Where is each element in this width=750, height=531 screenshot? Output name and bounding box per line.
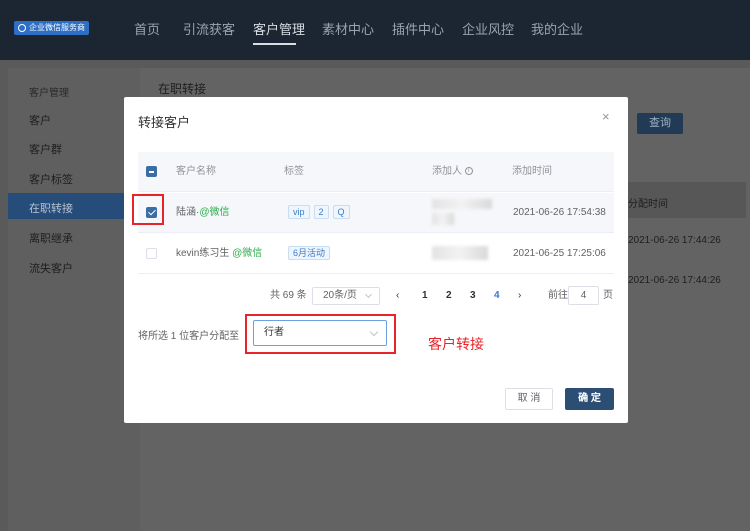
table-row[interactable]: kevin练习生 @微信 6月活动 2021-06-25 17:25:06: [138, 234, 614, 274]
nav-item-materials[interactable]: 素材中心: [322, 21, 374, 39]
sidebar-item-resigned-inheritance[interactable]: 离职继承: [29, 230, 73, 246]
page-number[interactable]: 3: [470, 287, 476, 305]
brand-logo-text: 企业微信服务商: [29, 23, 85, 32]
highlight-checkbox-annotation: [132, 194, 164, 225]
platform-badge: @微信: [199, 207, 230, 218]
column-header-adder: 添加人 i: [432, 152, 473, 192]
added-time-cell: 2021-06-25 17:25:06: [513, 248, 606, 259]
goto-page-input[interactable]: 4: [568, 286, 599, 305]
dialog-title: 转接客户: [138, 115, 191, 130]
sidebar-item-customers[interactable]: 客户: [29, 112, 51, 128]
tag-chip: vip: [288, 205, 310, 220]
bg-time-cell: 2021-06-26 17:44:26: [628, 275, 721, 286]
bg-time-cell: 2021-06-26 17:44:26: [628, 235, 721, 246]
nav-item-my-enterprise[interactable]: 我的企业: [531, 21, 583, 39]
goto-suffix: 页: [603, 290, 613, 301]
nav-item-customer-management[interactable]: 客户管理: [253, 21, 305, 39]
redacted-adder: [432, 213, 454, 225]
prev-page-icon[interactable]: ‹: [396, 287, 399, 305]
redacted-adder: [432, 246, 488, 260]
confirm-button[interactable]: 确 定: [565, 388, 614, 410]
customer-name-cell: kevin练习生 @微信: [176, 234, 262, 274]
pagination-total: 共 69 条: [270, 290, 307, 301]
redacted-adder: [432, 199, 492, 209]
sidebar-item-lost-customers[interactable]: 流失客户: [29, 260, 73, 276]
sidebar: [8, 68, 140, 531]
transfer-customer-dialog: 转接客户 × 客户名称 标签 添加人 i 添加时间 陆涵·@微信 vip 2 Q 2…: [124, 97, 628, 423]
sidebar-title: 客户管理: [29, 88, 69, 99]
tag-chip: Q: [332, 205, 350, 220]
info-icon[interactable]: i: [464, 167, 473, 176]
table-header: 客户名称 标签 添加人 i 添加时间: [138, 152, 614, 192]
added-time-cell: 2021-06-26 17:54:38: [513, 207, 606, 218]
tag-chip: 2: [313, 205, 329, 220]
cancel-button[interactable]: 取 消: [505, 388, 553, 410]
row-checkbox[interactable]: [146, 248, 157, 259]
top-nav: 企业微信服务商 首页 引流获客 客户管理 素材中心 插件中心 企业风控 我的企业: [0, 0, 750, 60]
assign-label: 将所选 1 位客户分配至: [138, 331, 240, 342]
page-size-select[interactable]: 20条/页: [312, 287, 380, 305]
tags-cell: 6月活动: [288, 234, 334, 274]
page-number-current[interactable]: 4: [494, 287, 500, 305]
page-number[interactable]: 1: [422, 287, 428, 305]
page-size-value: 20条/页: [323, 290, 357, 301]
page-number[interactable]: 2: [446, 287, 452, 305]
column-header-added-time: 添加时间: [512, 166, 552, 177]
tag-chip: 6月活动: [288, 246, 331, 261]
brand-logo[interactable]: 企业微信服务商: [14, 21, 89, 35]
query-button[interactable]: 查询: [637, 113, 683, 134]
tags-cell: vip 2 Q: [288, 193, 354, 233]
sidebar-item-active-transfer[interactable]: 在职转接: [29, 200, 73, 216]
page-title: 在职转接: [158, 82, 207, 96]
chevron-down-icon: [364, 290, 373, 299]
sidebar-active-highlight: [8, 193, 140, 219]
customer-name-cell: 陆涵·@微信: [176, 193, 230, 233]
nav-item-acquisition[interactable]: 引流获客: [183, 21, 235, 39]
adder-label: 添加人: [432, 166, 462, 177]
nav-item-home[interactable]: 首页: [134, 21, 160, 39]
goto-prefix: 前往: [548, 290, 568, 301]
sidebar-item-customer-tags[interactable]: 客户标签: [29, 171, 73, 187]
customer-name: kevin练习生: [176, 248, 230, 259]
nav-active-indicator: [253, 43, 296, 45]
brand-logo-icon: [18, 24, 26, 32]
nav-item-risk-control[interactable]: 企业风控: [462, 21, 514, 39]
column-header-tags: 标签: [284, 166, 304, 177]
bg-header-assign-time: 分配时间: [628, 199, 668, 210]
highlight-select-annotation: [245, 314, 396, 354]
nav-item-plugins[interactable]: 插件中心: [392, 21, 444, 39]
table-row[interactable]: 陆涵·@微信 vip 2 Q 2021-06-26 17:54:38: [138, 193, 614, 233]
select-all-checkbox[interactable]: [146, 166, 157, 177]
column-header-name: 客户名称: [176, 166, 216, 177]
close-icon[interactable]: ×: [602, 109, 610, 124]
next-page-icon[interactable]: ›: [518, 287, 521, 305]
customer-name: 陆涵·: [176, 207, 200, 218]
sidebar-item-customer-groups[interactable]: 客户群: [29, 141, 62, 157]
annotation-text: 客户转接: [428, 336, 484, 352]
platform-badge: @微信: [232, 248, 263, 259]
